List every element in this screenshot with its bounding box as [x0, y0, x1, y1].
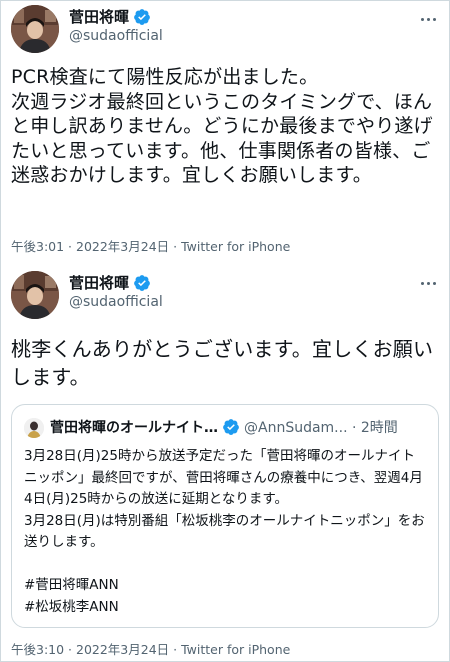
tweet[interactable]: 菅田将暉 @sudaofficial PCR検査にて陽性反応が出ました。 次週ラ…	[1, 1, 450, 263]
quoted-text: 3月28日(月)25時から放送予定だった「菅田将暉のオールナイトニッポン」最終回…	[24, 448, 425, 615]
quoted-display-name: 菅田将暉のオールナイト…	[50, 420, 218, 436]
avatar-image	[11, 5, 59, 53]
author-name-row: 菅田将暉	[69, 6, 151, 27]
more-options-icon[interactable]	[417, 275, 439, 291]
handle[interactable]: @sudaofficial	[69, 294, 163, 310]
avatar[interactable]	[11, 271, 59, 319]
verified-badge-icon	[223, 419, 239, 435]
quoted-header: 菅田将暉のオールナイト… @AnnSudam... · 2時間	[50, 417, 428, 437]
quoted-avatar-image	[24, 418, 44, 438]
quoted-handle-time: @AnnSudam... · 2時間	[244, 420, 398, 436]
tweet-meta[interactable]: 午後3:10 · 2022年3月24日 · Twitter for iPhone	[11, 639, 290, 658]
tweet-meta[interactable]: 午後3:01 · 2022年3月24日 · Twitter for iPhone	[11, 236, 290, 255]
tweet[interactable]: 菅田将暉 @sudaofficial 桃李くんありがとうございます。宜しくお願い…	[1, 263, 450, 662]
verified-badge-icon	[134, 274, 150, 291]
display-name[interactable]: 菅田将暉	[69, 272, 129, 293]
avatar-image	[11, 271, 59, 319]
timeline-screenshot: 菅田将暉 @sudaofficial PCR検査にて陽性反応が出ました。 次週ラ…	[0, 0, 450, 662]
quoted-avatar	[24, 418, 44, 438]
verified-badge-icon	[134, 8, 150, 25]
tweet-text: PCR検査にて陽性反応が出ました。 次週ラジオ最終回というこのタイミングで、ほん…	[11, 66, 433, 186]
author-name-row: 菅田将暉	[69, 272, 151, 293]
display-name[interactable]: 菅田将暉	[69, 6, 129, 27]
handle[interactable]: @sudaofficial	[69, 28, 163, 44]
more-options-icon[interactable]	[417, 11, 439, 27]
tweet-text: 桃李くんありがとうございます。宜しくお願いします。	[11, 337, 434, 389]
quoted-tweet[interactable]: 菅田将暉のオールナイト… @AnnSudam... · 2時間 3月28日(月)…	[11, 404, 439, 628]
avatar[interactable]	[11, 5, 59, 53]
